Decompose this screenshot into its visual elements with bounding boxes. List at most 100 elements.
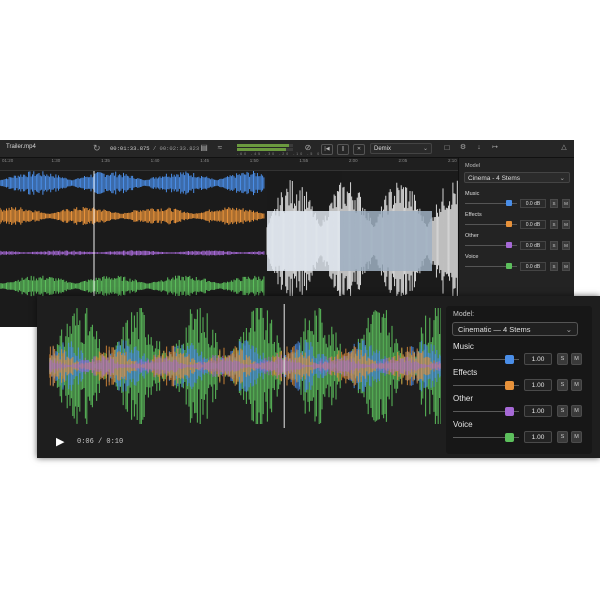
- stem-name: Effects: [465, 212, 482, 218]
- mute-icon[interactable]: ⊘: [303, 143, 313, 153]
- skip-back-icon[interactable]: |◀: [321, 144, 333, 155]
- stem-name: Music: [465, 191, 480, 197]
- model-dropdown[interactable]: Cinema - 4 Stems ⌄: [464, 172, 570, 183]
- stem-slider-handle[interactable]: [504, 381, 514, 390]
- ruler-tick-label: 1:35: [101, 158, 110, 163]
- stem-row-voice: Voice 0.0 dB S M: [465, 254, 571, 274]
- timecode-current: 00:01:33.875: [110, 145, 150, 152]
- model-label: Model: [465, 163, 480, 169]
- solo-button[interactable]: S: [550, 241, 558, 250]
- solo-button[interactable]: S: [550, 220, 558, 229]
- foreground-preview-window: ▶ 0:06 / 0:10 Model: Cinematic — 4 Stems…: [37, 296, 600, 458]
- stem-slider-handle[interactable]: [506, 263, 513, 269]
- mute-button[interactable]: M: [571, 353, 582, 365]
- stem-row-music: Music 0.0 dB S M: [465, 191, 571, 211]
- solo-button[interactable]: S: [550, 199, 558, 208]
- top-toolbar: Trailer.mp4 ↻ 00:01:33.875 / 00:02:33.82…: [0, 140, 574, 158]
- ruler-tick-label: 2:10: [448, 158, 457, 163]
- model-label: Model:: [453, 311, 475, 318]
- stem-slider-handle[interactable]: [504, 355, 514, 364]
- demix-label: Demix: [374, 146, 392, 152]
- ruler-tick-label: 2:05: [398, 158, 408, 163]
- stem-row-effects: Effects 1.00 S M: [453, 368, 589, 394]
- solo-button[interactable]: S: [557, 431, 568, 443]
- demix-dropdown[interactable]: Demix ⌄: [370, 143, 432, 154]
- metronome-icon[interactable]: △: [559, 143, 569, 153]
- stem-row-effects: Effects 0.0 dB S M: [465, 212, 571, 232]
- ruler-tick-label: 2:00: [348, 158, 358, 163]
- solo-button[interactable]: S: [550, 262, 558, 271]
- square-icon[interactable]: □: [442, 143, 452, 153]
- timecode-total: / 00:02:33.823: [152, 145, 200, 152]
- refresh-icon[interactable]: ↻: [93, 142, 101, 154]
- stem-waveform: [0, 171, 265, 196]
- stem-value-field[interactable]: 0.0 dB: [520, 220, 546, 229]
- ruler-tick-label: 1:55: [299, 158, 309, 163]
- model-dropdown[interactable]: Cinematic — 4 Stems ⌄: [452, 322, 578, 336]
- stem-slider-handle[interactable]: [506, 200, 513, 206]
- stem-value-field[interactable]: 0.0 dB: [520, 241, 546, 250]
- stem-slider-handle[interactable]: [506, 221, 513, 227]
- solo-button[interactable]: S: [557, 379, 568, 391]
- mute-button[interactable]: M: [562, 199, 570, 208]
- stem-row-voice: Voice 1.00 S M: [453, 420, 589, 446]
- mute-button[interactable]: M: [571, 379, 582, 391]
- play-icon[interactable]: ▶: [56, 436, 68, 448]
- ruler-tick-label: 1:30: [51, 158, 61, 163]
- stem-slider-handle[interactable]: [506, 242, 513, 248]
- stem-row-other: Other 0.0 dB S M: [465, 233, 571, 253]
- ruler-tick-label: 1:50: [249, 158, 259, 163]
- level-meter-ticks: -60 -45 -30 -20 -10 -5 0: [237, 152, 322, 156]
- ruler-tick-label: 1:40: [150, 158, 160, 163]
- stem-panel: Model: Cinematic — 4 Stems ⌄ Music 1.00 S M…: [446, 306, 592, 454]
- stem-waveform: [0, 250, 265, 256]
- stem-slider-handle[interactable]: [504, 407, 514, 416]
- stem-row-other: Other 1.00 S M: [453, 394, 589, 420]
- settings-icon[interactable]: ⚙: [458, 143, 468, 153]
- stop-icon[interactable]: ✕: [353, 144, 365, 155]
- stem-name: Voice: [453, 420, 473, 429]
- level-meter-left: [237, 144, 293, 147]
- ruler-tick-label: 1:45: [200, 158, 209, 163]
- mute-button[interactable]: M: [562, 220, 570, 229]
- waveform-icon[interactable]: ≈: [215, 143, 225, 153]
- ruler-tick-label: 01:20: [2, 158, 14, 163]
- stem-value-field[interactable]: 0.0 dB: [520, 262, 546, 271]
- stem-value-field[interactable]: 1.00: [524, 353, 552, 365]
- film-icon[interactable]: ▤: [199, 143, 209, 153]
- stem-waveform: [0, 207, 265, 225]
- mute-button[interactable]: M: [571, 405, 582, 417]
- playback-time: 0:06 / 0:10: [77, 438, 124, 446]
- stem-name: Other: [453, 394, 474, 403]
- stem-name: Music: [453, 342, 474, 351]
- level-meter: -60 -45 -30 -20 -10 -5 0: [237, 144, 322, 156]
- download-icon[interactable]: ↓: [474, 143, 484, 153]
- mute-button[interactable]: M: [562, 262, 570, 271]
- file-name: Trailer.mp4: [6, 144, 36, 150]
- stem-value-field[interactable]: 1.00: [524, 431, 552, 443]
- stem-waveform: [0, 275, 265, 297]
- timecode-display: 00:01:33.875 / 00:02:33.823: [110, 145, 199, 152]
- level-meter-right: [237, 148, 293, 151]
- solo-button[interactable]: S: [557, 405, 568, 417]
- chevron-down-icon: ⌄: [565, 325, 572, 334]
- stem-name: Other: [465, 233, 479, 239]
- export-icon[interactable]: ↦: [490, 143, 500, 153]
- stem-name: Effects: [453, 368, 478, 377]
- stem-value-field[interactable]: 0.0 dB: [520, 199, 546, 208]
- pause-icon[interactable]: ||: [337, 144, 349, 155]
- model-value: Cinematic — 4 Stems: [458, 325, 531, 334]
- chevron-down-icon: ⌄: [559, 175, 565, 182]
- mute-button[interactable]: M: [571, 431, 582, 443]
- timeline-ruler[interactable]: 01:20 1:30 1:35 1:40 1:45 1:50 1:55 2:00 2:05 2:1…: [0, 158, 458, 171]
- stem-row-music: Music 1.00 S M: [453, 342, 589, 368]
- stem-name: Voice: [465, 254, 479, 260]
- chevron-down-icon: ⌄: [422, 146, 428, 152]
- model-value: Cinema - 4 Stems: [468, 175, 521, 182]
- stem-slider-handle[interactable]: [504, 433, 514, 442]
- combined-waveform[interactable]: [49, 304, 441, 428]
- stem-value-field[interactable]: 1.00: [524, 405, 552, 417]
- solo-button[interactable]: S: [557, 353, 568, 365]
- stem-value-field[interactable]: 1.00: [524, 379, 552, 391]
- mute-button[interactable]: M: [562, 241, 570, 250]
